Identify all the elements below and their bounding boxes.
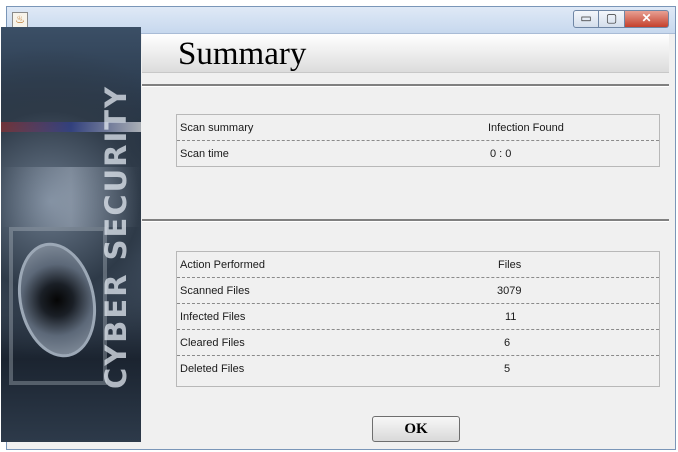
table-row: Scanned Files 3079 xyxy=(177,278,659,304)
cyber-security-banner: CYBER SECURITY xyxy=(1,27,141,442)
actions-panel: Action Performed Files Scanned Files 307… xyxy=(176,251,660,387)
ok-button[interactable]: OK xyxy=(372,416,460,442)
row-value: 5 xyxy=(504,363,511,375)
scan-summary-row: Scan summary Infection Found xyxy=(177,115,659,141)
table-row: Cleared Files 6 xyxy=(177,330,659,356)
maximize-button[interactable]: ▢ xyxy=(599,10,625,28)
table-row: Infected Files 11 xyxy=(177,304,659,330)
row-value: 6 xyxy=(504,337,511,349)
window-controls: ▭ ▢ ✕ xyxy=(573,10,669,28)
scan-time-row: Scan time 0 : 0 xyxy=(177,141,659,166)
row-label: Cleared Files xyxy=(180,337,245,349)
summary-header: Summary xyxy=(142,34,669,73)
scan-summary-panel: Scan summary Infection Found Scan time 0… xyxy=(176,114,660,167)
row-value: 11 xyxy=(505,311,517,323)
minimize-button[interactable]: ▭ xyxy=(573,10,599,28)
top-divider xyxy=(142,84,669,87)
column-header-action: Action Performed xyxy=(180,259,265,271)
close-button[interactable]: ✕ xyxy=(625,10,669,28)
middle-divider xyxy=(142,219,669,222)
column-header-files: Files xyxy=(498,259,522,271)
row-label: Infected Files xyxy=(180,311,246,323)
actions-header-row: Action Performed Files xyxy=(177,252,659,278)
page-title: Summary xyxy=(178,36,307,72)
banner-text: CYBER SECURITY xyxy=(99,84,133,390)
row-label: Scan time xyxy=(180,148,229,160)
table-row: Deleted Files 5 xyxy=(177,356,659,381)
row-label: Scanned Files xyxy=(180,285,250,297)
row-label: Scan summary xyxy=(180,122,254,134)
java-cup-icon: ♨ xyxy=(12,12,28,28)
row-value: 0 : 0 xyxy=(490,148,512,160)
row-label: Deleted Files xyxy=(180,363,245,375)
row-value: Infection Found xyxy=(488,122,564,134)
row-value: 3079 xyxy=(497,285,522,297)
